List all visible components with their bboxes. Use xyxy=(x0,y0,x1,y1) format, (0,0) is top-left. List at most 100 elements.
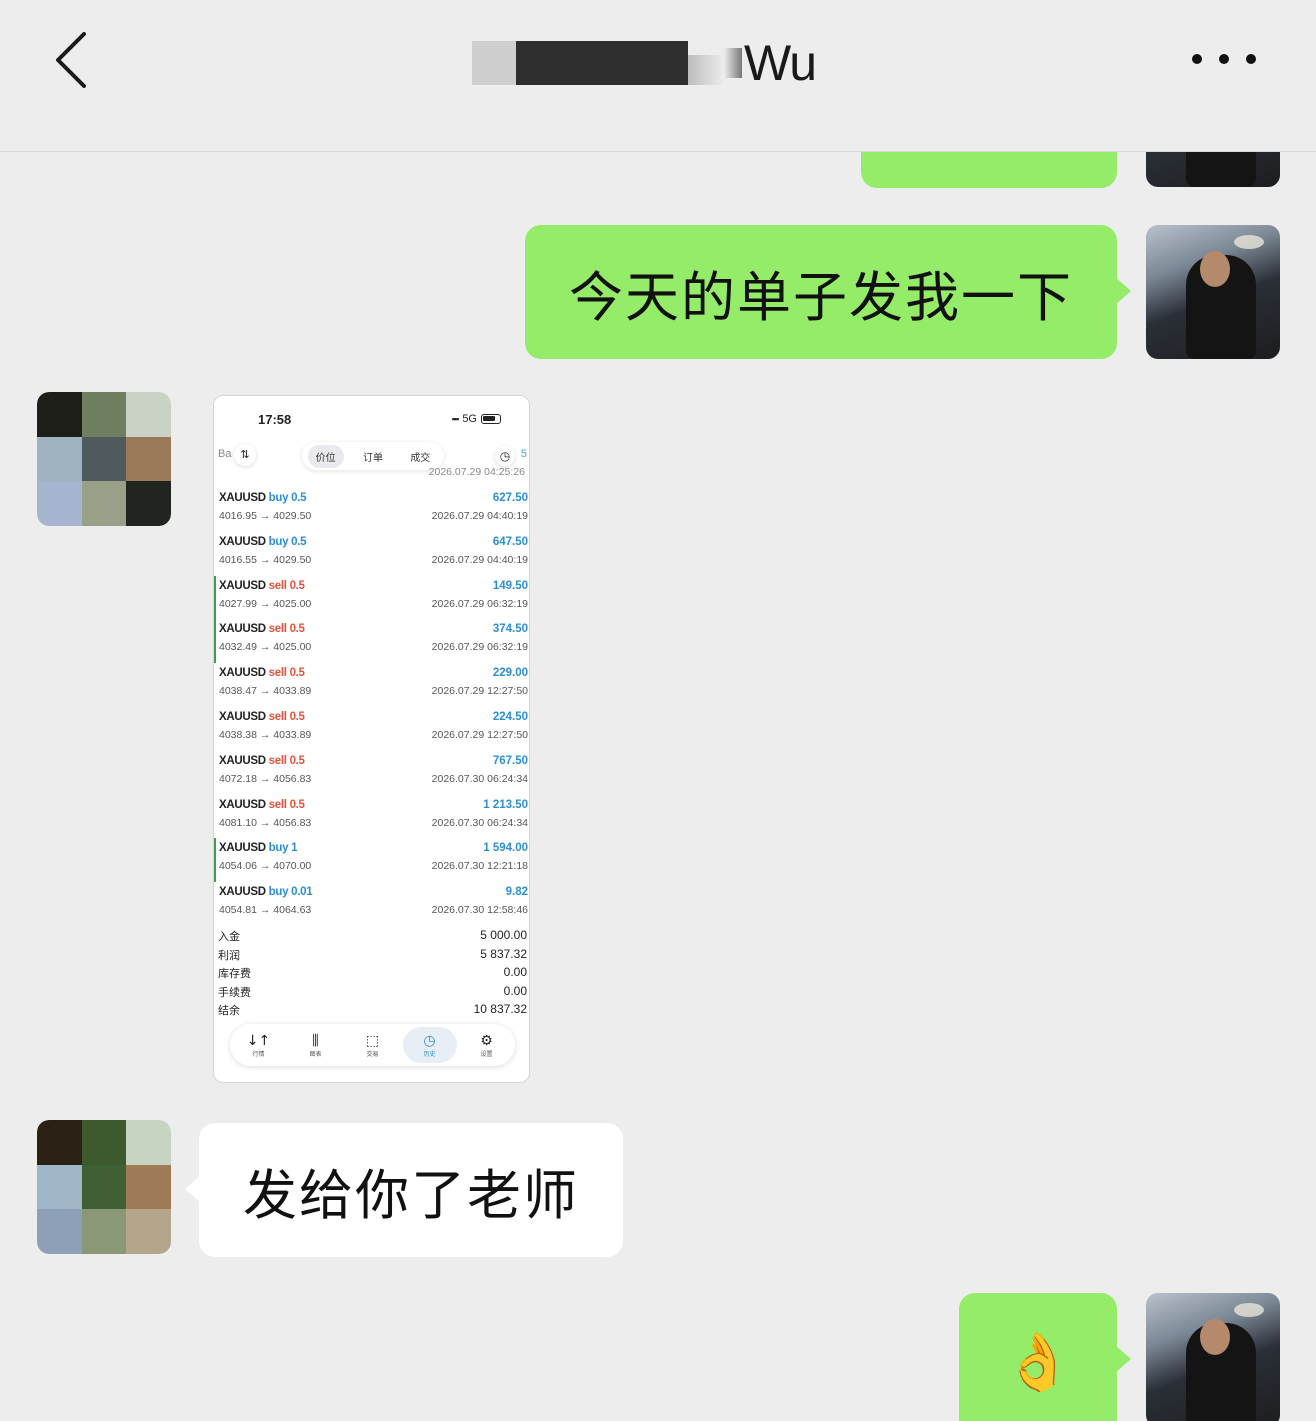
trade-row: XAUUSD sell 0.5 1 213.50 4081.10 → 4056.83… xyxy=(214,795,529,839)
nav-item: ◷ 历史 xyxy=(402,1027,457,1063)
avatar-mosaic xyxy=(37,392,171,526)
clock-icon: ◷ xyxy=(495,446,515,466)
message-bubble-sent[interactable]: 今天的单子发我一下 xyxy=(525,225,1131,359)
tab-deals: 成交 xyxy=(410,452,431,464)
trade-side: sell xyxy=(268,579,287,592)
nav-icon: ↓↑ xyxy=(246,1032,271,1049)
avatar-contact[interactable] xyxy=(37,392,171,526)
nav-item: ⚙ 设置 xyxy=(460,1027,514,1063)
trade-profit: 149.50 xyxy=(492,579,528,592)
trade-symbol: XAUUSD buy 0.01 xyxy=(219,886,313,899)
trade-symbol: XAUUSD sell 0.5 xyxy=(219,798,305,811)
status-time: 17:58 xyxy=(258,412,292,427)
summary-label: 利润 xyxy=(218,948,240,962)
trade-time: 2026.07.29 12:27:50 xyxy=(431,728,528,741)
trade-lot: 0.5 xyxy=(289,623,305,636)
trade-row: XAUUSD sell 0.5 224.50 4038.38 → 4033.89 20… xyxy=(214,707,529,751)
nav-label: 历史 xyxy=(423,1050,436,1058)
trade-row: XAUUSD buy 0.5 647.50 4016.55 → 4029.50 202… xyxy=(214,532,529,576)
summary-row: 结余 10 837.32 xyxy=(218,1002,527,1021)
trade-lot: 0.5 xyxy=(289,798,305,811)
trade-prices: 4038.47 → 4033.89 xyxy=(219,685,312,698)
trade-symbol: XAUUSD sell 0.5 xyxy=(219,623,305,636)
trade-symbol: XAUUSD sell 0.5 xyxy=(219,667,305,680)
signal-icon: ▪▪▪ xyxy=(451,414,460,424)
trade-time: 2026.07.29 06:32:19 xyxy=(431,641,528,654)
tab-orders: 订单 xyxy=(362,452,383,464)
trade-row: XAUUSD sell 0.5 374.50 4032.49 → 4025.00 20… xyxy=(214,619,529,664)
message-text: 今天的单子发我一下 xyxy=(569,265,1073,329)
trade-lot: 0.5 xyxy=(289,710,305,723)
avatar-me[interactable] xyxy=(1146,1293,1280,1421)
network-type: 5G xyxy=(462,413,477,425)
summary-label: 入金 xyxy=(218,930,240,943)
trade-row: XAUUSD sell 0.5 149.50 4027.99 → 4025.00 20… xyxy=(214,575,529,620)
nav-label: 行情 xyxy=(252,1050,265,1058)
bottom-nav: ↓↑ 行情 ⫼ 图表 ⬚ 交易 ◷ 历史 ⚙ 设置 xyxy=(230,1024,515,1066)
summary-row: 入金 5 000.00 xyxy=(218,928,527,947)
balance-label-partial: Ba xyxy=(218,448,232,460)
avatar-detail xyxy=(1200,251,1230,287)
trade-side: sell xyxy=(268,667,287,680)
nav-icon: ◷ xyxy=(423,1032,436,1049)
trade-time: 2026.07.30 06:24:34 xyxy=(431,816,528,829)
trade-side: sell xyxy=(268,754,287,767)
summary-value: 0.00 xyxy=(503,965,527,979)
chat-title-text: Wu xyxy=(744,35,817,91)
avatar-me[interactable] xyxy=(1146,225,1280,359)
ok-hand-emoji: 👌 xyxy=(1003,1330,1073,1395)
summary-row: 手续费 0.00 xyxy=(218,984,527,1003)
trade-lot: 0.5 xyxy=(289,667,305,680)
nav-label: 交易 xyxy=(366,1050,379,1058)
avatar-contact[interactable] xyxy=(37,1120,171,1254)
nav-label: 图表 xyxy=(309,1050,322,1058)
trade-prices: 4081.10 → 4056.83 xyxy=(219,816,312,829)
message-bubble-sent[interactable]: 👌 xyxy=(959,1293,1131,1421)
trade-symbol: XAUUSD buy 0.5 xyxy=(219,535,307,548)
trade-time: 2026.07.30 06:24:34 xyxy=(431,772,528,785)
avatar-detail xyxy=(1200,1319,1230,1355)
trade-prices: 4054.81 → 4064.63 xyxy=(219,904,312,917)
summary-value: 10 837.32 xyxy=(473,1002,527,1016)
trade-side: buy xyxy=(268,492,289,504)
trade-time: 2026.07.30 12:58:46 xyxy=(431,904,528,917)
trade-row: XAUUSD sell 0.5 767.50 4072.18 → 4056.83 20… xyxy=(214,751,529,795)
trade-prices: 4072.18 → 4056.83 xyxy=(219,772,312,785)
trade-side: sell xyxy=(268,798,287,811)
trade-time: 2026.07.29 06:32:19 xyxy=(431,597,528,610)
trade-side: buy xyxy=(268,842,289,855)
message-text: 发给你了老师 xyxy=(243,1163,579,1227)
avatar-mosaic xyxy=(37,1120,171,1254)
trade-profit: 1 594.00 xyxy=(483,842,528,855)
back-button[interactable] xyxy=(48,28,98,92)
history-tabs: 价位 订单 成交 xyxy=(302,442,444,470)
trade-symbol: XAUUSD sell 0.5 xyxy=(219,710,305,723)
trade-prices: 4016.55 → 4029.50 xyxy=(219,553,312,566)
message-bubble-received[interactable]: 发给你了老师 xyxy=(185,1123,623,1257)
trade-profit: 647.50 xyxy=(492,535,528,548)
redacted-block xyxy=(516,41,688,85)
trade-symbol: XAUUSD buy 0.5 xyxy=(219,492,307,504)
trade-lot: 0.5 xyxy=(289,754,305,767)
nav-icon: ⚙ xyxy=(480,1032,493,1049)
summary-row: 库存费 0.00 xyxy=(218,965,527,984)
chat-header: Wu xyxy=(0,0,1316,152)
trade-prices: 4054.06 → 4070.00 xyxy=(219,860,312,873)
value-partial: 5 xyxy=(520,448,527,460)
summary-row: 利润 5 837.32 xyxy=(218,947,527,966)
trade-row: XAUUSD buy 0.01 9.82 4054.81 → 4064.63 2026… xyxy=(214,882,529,926)
nav-item: ⫼ 图表 xyxy=(289,1027,343,1063)
trade-symbol: XAUUSD buy 1 xyxy=(219,842,298,855)
trade-side: sell xyxy=(268,710,287,723)
nav-icon: ⬚ xyxy=(365,1032,380,1049)
status-bar-right: ▪▪▪ 5G xyxy=(452,413,501,425)
trade-row: XAUUSD buy 0.5 627.50 4016.95 → 4029.50 202… xyxy=(214,488,529,532)
more-dot xyxy=(1246,54,1256,64)
image-message-screenshot[interactable]: 17:58 ▪▪▪ 5G Ba ⇅ 价位 订单 成交 5 ◷ 2026.07.2… xyxy=(213,395,530,1083)
trade-profit: 374.50 xyxy=(492,623,528,636)
partial-row-time: 2026.07.29 04:25:26 xyxy=(428,466,525,478)
trade-side: buy xyxy=(268,886,289,899)
more-button[interactable] xyxy=(1192,50,1256,68)
trade-prices: 4038.38 → 4033.89 xyxy=(219,728,312,741)
redacted-block xyxy=(724,48,742,78)
